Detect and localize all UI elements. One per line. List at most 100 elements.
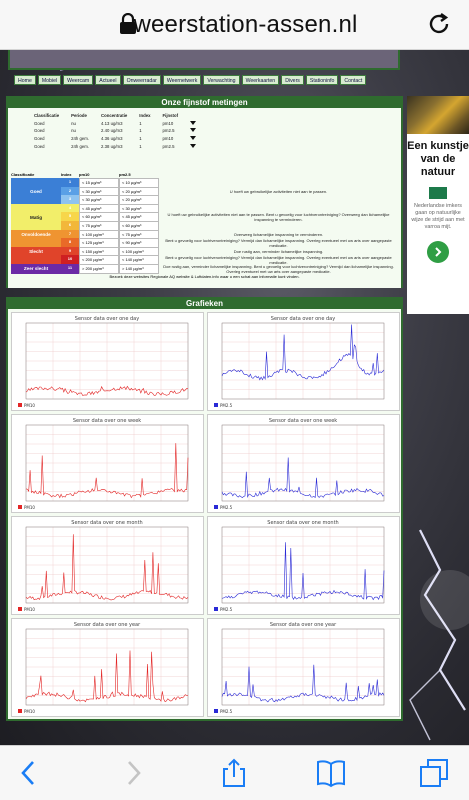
legend-swatch — [214, 709, 218, 713]
table-cell-index: 1 — [139, 136, 142, 142]
nav-item-contact[interactable]: Contact — [340, 75, 367, 85]
legend-row: 4 < 45 µg/m³ < 30 µg/m³ — [11, 203, 398, 214]
legend-swatch — [18, 607, 22, 611]
legend-row: 10 < 200 µg/m³ < 140 µg/m³ Bent u gevoelig … — [11, 255, 398, 266]
table-row: Goed nu 2.40 ug/m3 1 pm2.5 — [28, 127, 202, 135]
grafieken-title: Grafieken — [8, 299, 401, 309]
chart-title: Sensor data over one month — [267, 520, 338, 526]
table-cell-type: pm2.5 — [162, 128, 175, 134]
table-header: Classificatie — [34, 113, 60, 119]
nav-item-divers[interactable]: Divers — [281, 75, 304, 85]
share-icon[interactable] — [219, 758, 249, 788]
legend-description: Doe rustig aan, verminder lichamelijke i… — [233, 249, 324, 255]
table-cell-period: 24h gem. — [71, 136, 90, 142]
lock-icon — [120, 13, 136, 34]
table-cell-index: 1 — [139, 143, 142, 149]
ad-photo — [407, 96, 469, 134]
legend-label: PM10 — [24, 505, 35, 510]
fijnstof-title: Onze fijnstof metingen — [8, 98, 401, 108]
legend-row: 8 < 125 µg/m³ < 90 µg/m³ Bent u gevoelig vo… — [11, 238, 398, 249]
table-header: Concentratie — [101, 113, 128, 119]
browser-toolbar — [0, 745, 469, 800]
url-text[interactable]: weerstation-assen.nl — [133, 11, 357, 39]
sensor-chart: Sensor data over one month PM10 — [11, 516, 204, 615]
table-cell-period: 24h gem. — [71, 143, 90, 149]
chart-title: Sensor data over one year — [74, 622, 141, 628]
nav-item-weernetwerk[interactable]: Weernetwerk — [162, 75, 202, 85]
sensor-chart: Sensor data over one year PM2.5 — [207, 618, 400, 717]
tabs-icon[interactable] — [419, 758, 449, 788]
trend-down-icon — [190, 136, 197, 141]
sensor-chart: Sensor data over one month PM2.5 — [207, 516, 400, 615]
nav-item-verwachting[interactable]: Verwachting — [203, 75, 240, 85]
ad-go-button[interactable] — [427, 241, 449, 263]
table-header: Fijnstof — [162, 113, 179, 119]
legend-label: PM10 — [24, 607, 35, 612]
advertisement[interactable]: Een kunstje van de natuur Nederlandse im… — [407, 96, 469, 314]
graph-grid: Sensor data over one day PM10 Sensor data … — [11, 312, 400, 717]
ad-headline: Een kunstje van de natuur — [407, 140, 469, 178]
classification-legend: Classificatie Index pm10 pm2.5 1 < 15 µg/m³ < … — [8, 168, 401, 288]
table-cell-conc: 2.40 ug/m3 — [101, 128, 123, 134]
bookmarks-icon[interactable] — [316, 758, 346, 788]
back-icon[interactable] — [14, 758, 44, 788]
chart-svg: Sensor data over one month PM2.5 — [214, 520, 385, 612]
legend-row: 3 < 30 µg/m³ < 20 µg/m³ — [11, 195, 398, 206]
table-row: Goed nu 4.13 ug/m3 1 pm10 — [28, 120, 202, 128]
table-row: Goed 24h gem. 4.36 ug/m3 1 pm10 — [28, 135, 202, 143]
chart-svg: Sensor data over one year PM2.5 — [214, 622, 385, 714]
table-cell-cls: Goed — [34, 128, 45, 134]
chart-title: Sensor data over one year — [270, 622, 337, 628]
legend-swatch — [18, 403, 22, 407]
table-cell-conc: 4.13 ug/m3 — [101, 120, 123, 126]
nav-item-weerkaarten[interactable]: Weerkaarten — [241, 75, 280, 85]
table-cell-type: pm10 — [162, 120, 174, 126]
table-header: Periode — [71, 113, 87, 119]
browser-url-bar[interactable]: weerstation-assen.nl — [0, 0, 469, 50]
legend-swatch — [214, 403, 218, 407]
legend-row: 1 < 15 µg/m³ < 10 µg/m³ — [11, 178, 398, 188]
forward-icon[interactable] — [118, 758, 148, 788]
grafieken-panel: Grafieken Sensor data over one day PM10 Se… — [6, 297, 403, 721]
nav-item-weercam[interactable]: Weercam — [63, 75, 94, 85]
table-cell-conc: 2.38 ug/m3 — [101, 143, 123, 149]
legend-description: Overweeg lichamelijke inspanning te verm… — [233, 232, 324, 238]
table-header: Index — [139, 113, 151, 119]
sensor-chart: Sensor data over one week PM10 — [11, 414, 204, 513]
table-cell-cls: Goed — [34, 143, 45, 149]
legend-class-label: Zeer slecht — [11, 263, 61, 274]
legend-pm10-value: > 200 µg/m³ — [79, 263, 119, 274]
sensor-chart: Sensor data over one day PM10 — [11, 312, 204, 411]
measurement-table: Classificatie Periode Concentratie Index Fij… — [28, 112, 202, 150]
reload-icon[interactable] — [425, 10, 453, 38]
sensor-chart: Sensor data over one year PM10 — [11, 618, 204, 717]
legend-label: PM2.5 — [220, 607, 233, 612]
legend-description: Bent u gevoelig voor luchtverontreinigin… — [165, 238, 392, 249]
ad-subtext: Nederlandse imkers gaan op natuurlijke w… — [411, 203, 465, 230]
legend-swatch — [18, 709, 22, 713]
chart-title: Sensor data over one day — [271, 316, 335, 322]
chart-svg: Sensor data over one week PM2.5 — [214, 418, 385, 510]
chevron-right-icon — [435, 247, 442, 257]
legend-header-cell: Index — [61, 171, 72, 177]
trend-down-icon — [190, 120, 197, 125]
nav-item-onweerradar[interactable]: Onweerradar — [122, 75, 161, 85]
nav-item-actueel[interactable]: Actueel — [95, 75, 121, 85]
legend-label: PM10 — [24, 403, 35, 408]
main-nav: Home Mobiel Weercam Actueel Onweerradar Weern… — [8, 75, 400, 89]
nav-item-home[interactable]: Home — [14, 75, 36, 85]
legend-label: PM2.5 — [220, 403, 233, 408]
nav-item-stationinfo[interactable]: Stationinfo — [305, 75, 339, 85]
legend-header: Classificatie Index pm10 pm2.5 — [11, 170, 398, 178]
chart-svg: Sensor data over one month PM10 — [18, 520, 189, 612]
chart-title: Sensor data over one day — [75, 316, 139, 322]
table-cell-conc: 4.36 ug/m3 — [101, 136, 123, 142]
legend-label: PM2.5 — [220, 709, 233, 714]
legend-row: Goed 2 < 30 µg/m³ < 20 µg/m³ U hoeft uw gebr… — [11, 186, 398, 197]
table-cell-index: 1 — [139, 128, 142, 134]
legend-header-cell: Classificatie — [11, 171, 35, 177]
chart-title: Sensor data over one week — [73, 418, 141, 424]
table-cell-cls: Goed — [34, 136, 45, 142]
legend-header-cell: pm2.5 — [119, 171, 131, 177]
nav-item-mobiel[interactable]: Mobiel — [37, 75, 62, 85]
